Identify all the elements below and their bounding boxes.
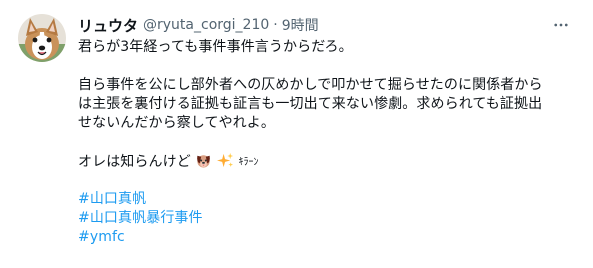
hashtag-link[interactable]: #山口真帆 bbox=[78, 190, 583, 209]
tweet-line: は主張を裏付ける証拠も証言も一切出て来ない惨劇。求められても証拠出 bbox=[78, 96, 543, 112]
kira-text: ｷﾗｰﾝ bbox=[238, 157, 259, 168]
sparkles-icon bbox=[216, 152, 233, 168]
more-options-icon[interactable] bbox=[551, 14, 571, 36]
tweet-line: せないんだから察してやれよ。 bbox=[78, 115, 275, 131]
display-name[interactable]: リュウタ bbox=[78, 15, 138, 36]
tweet-line-with-emoji: オレは知らんけど ｷﾗｰﾝ bbox=[78, 152, 583, 171]
hashtag-link[interactable]: #山口真帆暴行事件 bbox=[78, 209, 583, 228]
tweet[interactable]: リュウタ @ryuta_corgi_210 · 9時間 君らが3年経っても事件事… bbox=[0, 0, 593, 268]
hashtag-link[interactable]: #ymfc bbox=[78, 228, 583, 247]
tweet-header: リュウタ @ryuta_corgi_210 · 9時間 bbox=[78, 14, 583, 36]
timestamp[interactable]: 9時間 bbox=[282, 15, 319, 35]
separator-dot: · bbox=[273, 17, 278, 33]
tweet-text: 君らが3年経っても事件事件言うからだろ。 自ら事件を公にし部外者への仄めかしで叩… bbox=[78, 38, 583, 247]
corgi-avatar-icon bbox=[18, 14, 66, 62]
tweet-line-text: オレは知らんけど bbox=[78, 154, 191, 170]
avatar[interactable] bbox=[18, 14, 66, 62]
dog-face-icon bbox=[197, 155, 211, 168]
user-handle[interactable]: @ryuta_corgi_210 bbox=[143, 17, 269, 33]
tweet-line: 君らが3年経っても事件事件言うからだろ。 bbox=[78, 39, 353, 55]
tweet-line: 自ら事件を公にし部外者への仄めかしで叩かせて掘らせたのに関係者から bbox=[78, 77, 543, 93]
